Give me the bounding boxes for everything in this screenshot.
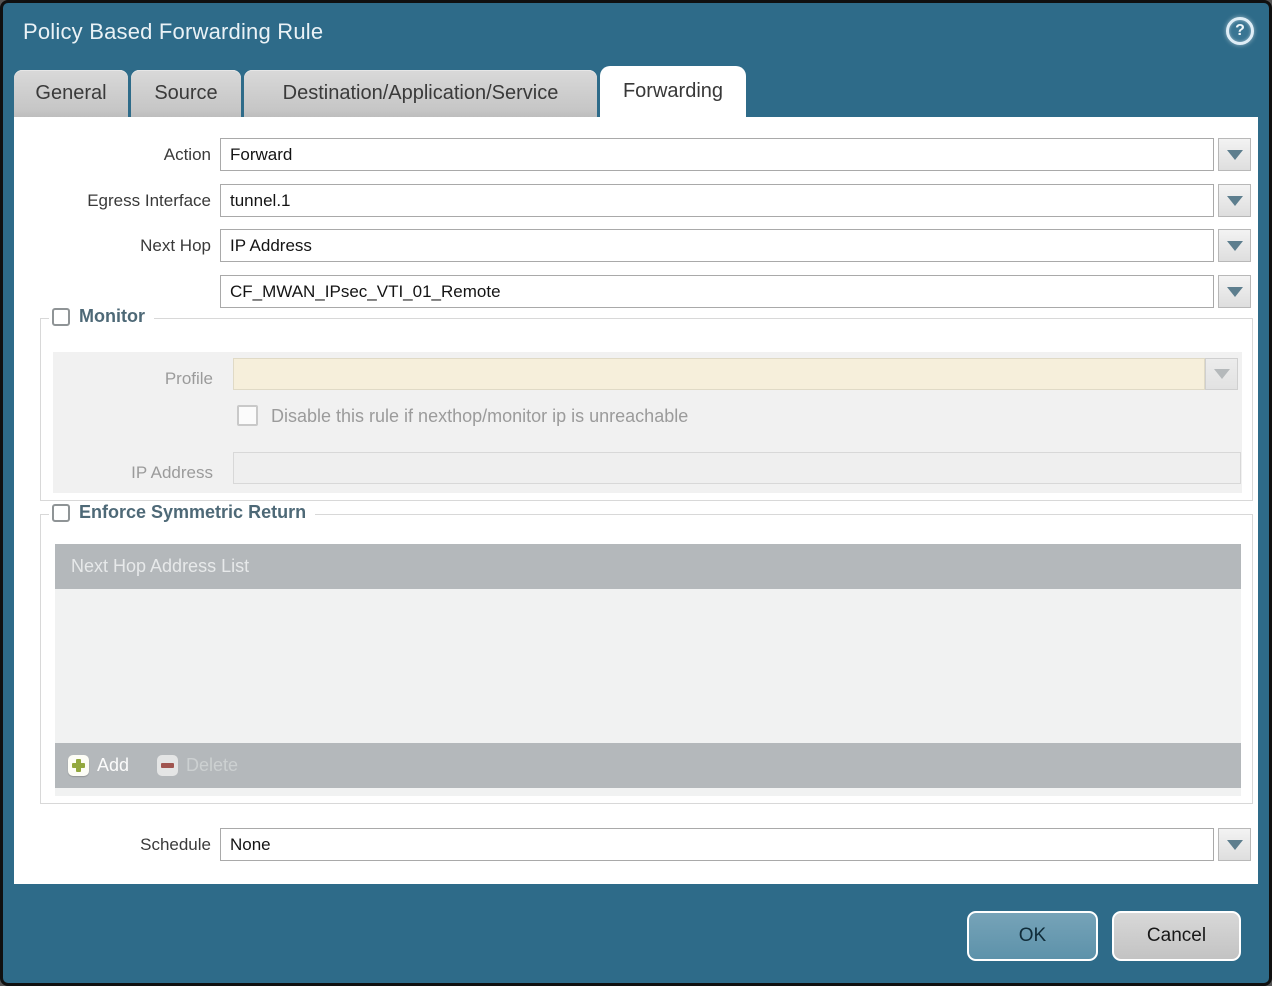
profile-dropdown-button-disabled (1205, 358, 1238, 390)
monitor-ip-address-label: IP Address (53, 457, 213, 489)
monitor-legend: Monitor (49, 306, 154, 327)
tab-general[interactable]: General (14, 70, 128, 117)
action-select[interactable]: Forward (220, 138, 1214, 171)
tab-forwarding[interactable]: Forwarding (600, 66, 746, 117)
next-hop-address-list-table: Next Hop Address List Add Delete (55, 544, 1241, 796)
schedule-select[interactable]: None (220, 828, 1214, 861)
monitor-section: Monitor Profile Disable this rule if nex… (40, 318, 1253, 501)
tab-destination-application-service[interactable]: Destination/Application/Service (244, 70, 597, 117)
chevron-down-icon (1227, 241, 1243, 251)
profile-select-disabled (233, 358, 1205, 390)
chevron-down-icon (1214, 369, 1230, 379)
monitor-panel: Profile Disable this rule if nexthop/mon… (53, 352, 1242, 493)
profile-label: Profile (53, 363, 213, 395)
disable-rule-checkbox-label: Disable this rule if nexthop/monitor ip … (271, 405, 688, 427)
monitor-checkbox[interactable] (52, 308, 70, 326)
tab-content-forwarding: Action Forward Egress Interface tunnel.1… (14, 117, 1258, 884)
disable-rule-checkbox (237, 405, 258, 426)
chevron-down-icon (1227, 196, 1243, 206)
help-icon[interactable]: ? (1226, 17, 1254, 45)
enforce-symmetric-return-legend-label: Enforce Symmetric Return (79, 502, 306, 523)
cancel-button[interactable]: Cancel (1112, 911, 1241, 961)
enforce-symmetric-return-checkbox[interactable] (52, 504, 70, 522)
add-button[interactable]: Add (68, 755, 129, 776)
next-hop-address-list-body[interactable] (55, 589, 1241, 743)
delete-button-label: Delete (186, 755, 238, 776)
egress-interface-label: Egress Interface (14, 184, 211, 217)
table-bottom-strip (55, 788, 1241, 796)
ok-button[interactable]: OK (967, 911, 1098, 961)
dialog-title: Policy Based Forwarding Rule (23, 19, 323, 45)
schedule-dropdown-button[interactable] (1218, 828, 1251, 861)
action-dropdown-button[interactable] (1218, 138, 1251, 171)
chevron-down-icon (1227, 287, 1243, 297)
chevron-down-icon (1227, 150, 1243, 160)
chevron-down-icon (1227, 840, 1243, 850)
add-button-label: Add (97, 755, 129, 776)
next-hop-select[interactable]: IP Address (220, 229, 1214, 262)
next-hop-address-select[interactable]: CF_MWAN_IPsec_VTI_01_Remote (220, 275, 1214, 308)
next-hop-address-dropdown-button[interactable] (1218, 275, 1251, 308)
enforce-symmetric-return-section: Enforce Symmetric Return Next Hop Addres… (40, 514, 1253, 804)
help-icon-glyph: ? (1235, 22, 1245, 40)
action-label: Action (14, 138, 211, 171)
monitor-legend-label: Monitor (79, 306, 145, 327)
next-hop-dropdown-button[interactable] (1218, 229, 1251, 262)
egress-interface-select[interactable]: tunnel.1 (220, 184, 1214, 217)
monitor-ip-address-input-disabled (233, 452, 1241, 484)
enforce-symmetric-return-legend: Enforce Symmetric Return (49, 502, 315, 523)
minus-icon (157, 755, 178, 776)
tab-bar: General Source Destination/Application/S… (14, 67, 746, 117)
plus-icon (68, 755, 89, 776)
delete-button[interactable]: Delete (157, 755, 238, 776)
next-hop-label: Next Hop (14, 229, 211, 262)
schedule-label: Schedule (14, 828, 211, 861)
tab-source[interactable]: Source (131, 70, 241, 117)
pbf-rule-dialog: Policy Based Forwarding Rule ? General S… (0, 0, 1272, 986)
next-hop-address-list-header: Next Hop Address List (55, 544, 1241, 589)
egress-interface-dropdown-button[interactable] (1218, 184, 1251, 217)
next-hop-address-list-toolbar: Add Delete (55, 743, 1241, 788)
